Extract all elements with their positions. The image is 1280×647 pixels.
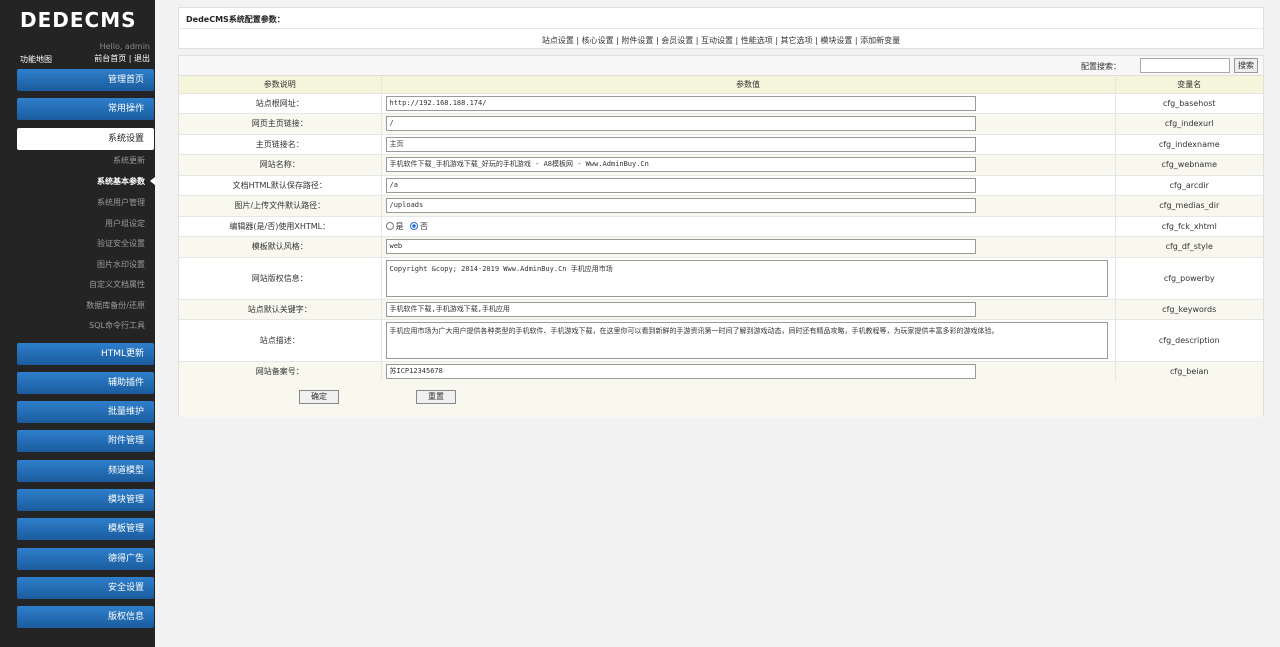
menu-html[interactable]: HTML更新: [17, 343, 154, 365]
row-label: 文档HTML默认保存路径：: [179, 175, 382, 196]
menu-ads[interactable]: 德得广告: [17, 548, 154, 570]
hello-text: Hello, admin: [99, 42, 150, 51]
row-label: 网站备案号：: [179, 361, 382, 383]
row-var: cfg_keywords: [1115, 299, 1263, 320]
search-input[interactable]: [1140, 58, 1230, 73]
row-label: 主页链接名：: [179, 134, 382, 155]
arcdir-input[interactable]: /a: [385, 177, 976, 193]
row-label: 网页主页链接：: [179, 113, 382, 135]
webname-input[interactable]: 手机软件下载_手机游戏下载_好玩的手机游戏 - A8模板网 - Www.Admi…: [385, 157, 976, 173]
row-var: cfg_fck_xhtml: [1115, 216, 1263, 237]
row-label: 站点描述：: [179, 319, 382, 362]
page-title: DedeCMS系统配置参数：: [186, 15, 285, 24]
sub-verify-security[interactable]: 验证安全设置: [17, 238, 145, 249]
basehost-input[interactable]: http://192.168.188.174/: [385, 95, 976, 111]
table-row: 网站版权信息： Copyright &copy; 2014-2019 Www.A…: [179, 257, 1263, 300]
menu-copyright[interactable]: 版权信息: [17, 606, 154, 628]
top-links: 前台首页 | 退出: [94, 53, 150, 64]
menu-channel[interactable]: 频道模型: [17, 460, 154, 482]
indexname-input[interactable]: 主页: [385, 136, 976, 152]
sub-watermark[interactable]: 图片水印设置: [17, 259, 145, 270]
config-table-panel: 配置搜索： 搜索 参数说明 参数值 变量名 站点根网址： http://192.…: [178, 55, 1264, 417]
frontpage-link[interactable]: 前台首页: [94, 54, 126, 63]
table-row: 网页主页链接： / cfg_indexurl: [179, 113, 1263, 135]
ok-button[interactable]: 确定: [299, 390, 339, 404]
table-row: 站点默认关键字： 手机软件下载,手机游戏下载,手机应用 cfg_keywords: [179, 299, 1263, 320]
powerby-textarea[interactable]: Copyright &copy; 2014-2019 Www.AdminBuy.…: [385, 259, 1108, 297]
table-row: 站点描述： 手机应用市场为广大用户提供各种类型的手机软件、手机游戏下载，在这里你…: [179, 319, 1263, 362]
sitemap-link[interactable]: 功能地图: [20, 54, 52, 65]
search-button[interactable]: 搜索: [1234, 58, 1258, 73]
header-desc: 参数说明: [179, 76, 382, 94]
radio-yes-label: 是: [395, 221, 404, 231]
logout-link[interactable]: 退出: [134, 54, 150, 63]
toplinks-separator: |: [126, 54, 134, 63]
table-row: 网站备案号： 苏ICP12345678 cfg_beian: [179, 361, 1263, 383]
config-table: 参数说明 参数值 变量名 站点根网址： http://192.168.188.1…: [179, 76, 1263, 383]
row-var: cfg_indexname: [1115, 134, 1263, 155]
sub-system-update[interactable]: 系统更新: [17, 155, 145, 166]
radio-yes[interactable]: [385, 222, 394, 231]
row-label: 网站名称：: [179, 154, 382, 176]
table-row: 网站名称： 手机软件下载_手机游戏下载_好玩的手机游戏 - A8模板网 - Ww…: [179, 154, 1263, 176]
table-row: 文档HTML默认保存路径： /a cfg_arcdir: [179, 175, 1263, 196]
row-var: cfg_webname: [1115, 154, 1263, 176]
indexurl-input[interactable]: /: [385, 116, 976, 132]
menu-plugins[interactable]: 辅助插件: [17, 372, 154, 394]
header-var: 变量名: [1115, 76, 1263, 94]
form-actions: 确定 重置: [179, 381, 1263, 417]
row-label: 模板默认风格：: [179, 236, 382, 258]
sub-db-backup[interactable]: 数据库备份/还原: [17, 300, 145, 311]
menu-batch[interactable]: 批量维护: [17, 401, 154, 423]
row-label: 编辑器(是/否)使用XHTML：: [179, 216, 382, 237]
table-row: 主页链接名： 主页 cfg_indexname: [179, 134, 1263, 155]
search-bar: 配置搜索： 搜索: [179, 56, 1263, 76]
row-var: cfg_basehost: [1115, 93, 1263, 114]
sidebar: DEDECMS Hello, admin 功能地图 前台首页 | 退出 管理首页…: [0, 0, 155, 647]
row-var: cfg_df_style: [1115, 236, 1263, 258]
row-var: cfg_powerby: [1115, 257, 1263, 300]
sub-custom-attr[interactable]: 自定义文档属性: [17, 279, 145, 290]
beian-input[interactable]: 苏ICP12345678: [385, 364, 976, 380]
menu-security[interactable]: 安全设置: [17, 577, 154, 599]
description-textarea[interactable]: 手机应用市场为广大用户提供各种类型的手机软件、手机游戏下载，在这里你可以看到新鲜…: [385, 322, 1108, 359]
logo: DEDECMS: [20, 8, 137, 32]
row-var: cfg_indexurl: [1115, 113, 1263, 135]
row-var: cfg_description: [1115, 319, 1263, 362]
sub-sql-tool[interactable]: SQL命令行工具: [17, 320, 145, 331]
row-label: 站点默认关键字：: [179, 299, 382, 320]
header-value: 参数值: [381, 76, 1116, 94]
divider: [179, 28, 1263, 29]
config-category-links[interactable]: 站点设置 | 核心设置 | 附件设置 | 会员设置 | 互动设置 | 性能选项 …: [179, 35, 1263, 46]
row-var: cfg_beian: [1115, 361, 1263, 383]
table-row: 模板默认风格： web cfg_df_style: [179, 236, 1263, 258]
sub-system-basic[interactable]: 系统基本参数: [17, 176, 145, 187]
table-row: 站点根网址： http://192.168.188.174/ cfg_baseh…: [179, 93, 1263, 114]
menu-template[interactable]: 模板管理: [17, 518, 154, 540]
df-style-input[interactable]: web: [385, 239, 976, 255]
reset-button[interactable]: 重置: [416, 390, 456, 404]
row-label: 站点根网址：: [179, 93, 382, 114]
config-header-panel: DedeCMS系统配置参数： 站点设置 | 核心设置 | 附件设置 | 会员设置…: [178, 7, 1264, 49]
table-row: 编辑器(是/否)使用XHTML： 是 否 cfg_fck_xhtml: [179, 216, 1263, 237]
radio-no[interactable]: [410, 222, 419, 231]
sub-system-users[interactable]: 系统用户管理: [17, 197, 145, 208]
table-row: 图片/上传文件默认路径： /uploads cfg_medias_dir: [179, 195, 1263, 217]
menu-home[interactable]: 管理首页: [17, 69, 154, 91]
row-var: cfg_arcdir: [1115, 175, 1263, 196]
menu-attach[interactable]: 附件管理: [17, 430, 154, 452]
search-label: 配置搜索：: [1081, 62, 1121, 71]
radio-no-label: 否: [420, 221, 429, 231]
menu-common[interactable]: 常用操作: [17, 98, 154, 120]
menu-system[interactable]: 系统设置: [17, 128, 154, 150]
menu-module[interactable]: 模块管理: [17, 489, 154, 511]
current-arrow-icon: [150, 177, 155, 185]
keywords-input[interactable]: 手机软件下载,手机游戏下载,手机应用: [385, 301, 976, 317]
medias-dir-input[interactable]: /uploads: [385, 198, 976, 214]
row-var: cfg_medias_dir: [1115, 195, 1263, 217]
row-label: 网站版权信息：: [179, 257, 382, 300]
sub-user-groups[interactable]: 用户组设定: [17, 218, 145, 229]
row-label: 图片/上传文件默认路径：: [179, 195, 382, 217]
